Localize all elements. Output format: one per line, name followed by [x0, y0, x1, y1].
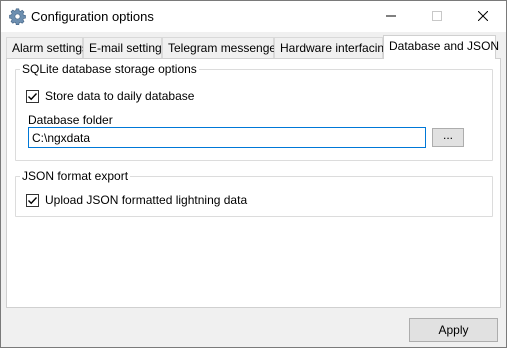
store-daily-label[interactable]: Store data to daily database [45, 89, 194, 103]
title-bar: Configuration options [1, 1, 506, 32]
tab-panel-database: SQLite database storage options Store da… [6, 58, 501, 308]
window-title: Configuration options [31, 9, 154, 24]
minimize-button[interactable] [368, 1, 414, 31]
maximize-icon [432, 11, 442, 21]
minimize-icon [386, 15, 396, 17]
upload-json-row: Upload JSON formatted lightning data [26, 193, 247, 207]
store-daily-checkbox[interactable] [26, 89, 39, 103]
tab-hardware-interfacing[interactable]: Hardware interfacing [274, 37, 391, 58]
database-folder-input[interactable] [28, 127, 426, 148]
upload-json-checkbox[interactable] [26, 193, 39, 207]
database-folder-label: Database folder [28, 113, 113, 127]
sqlite-group-title: SQLite database storage options [20, 62, 199, 76]
tab-alarm-settings[interactable]: Alarm settings [6, 37, 88, 58]
browse-folder-button[interactable]: ... [432, 128, 464, 147]
apply-button[interactable]: Apply [409, 318, 498, 342]
sqlite-group: SQLite database storage options Store da… [15, 62, 493, 161]
json-group: JSON format export Upload JSON formatted… [15, 169, 493, 217]
config-window: Configuration options Alarm settings E-m… [0, 0, 507, 348]
close-icon [478, 11, 488, 21]
store-daily-row: Store data to daily database [26, 89, 194, 103]
checkmark-icon [28, 196, 38, 204]
tab-telegram-messenger[interactable]: Telegram messenger [162, 37, 280, 58]
gear-icon [9, 8, 26, 26]
maximize-button[interactable] [414, 1, 460, 31]
close-button[interactable] [460, 1, 506, 31]
tab-email-settings[interactable]: E-mail settings [83, 37, 168, 58]
upload-json-label[interactable]: Upload JSON formatted lightning data [45, 193, 247, 207]
json-group-title: JSON format export [20, 169, 131, 183]
tab-database-and-json[interactable]: Database and JSON [383, 35, 499, 59]
tab-strip: Alarm settings E-mail settings Telegram … [1, 35, 506, 59]
checkmark-icon [28, 92, 38, 100]
